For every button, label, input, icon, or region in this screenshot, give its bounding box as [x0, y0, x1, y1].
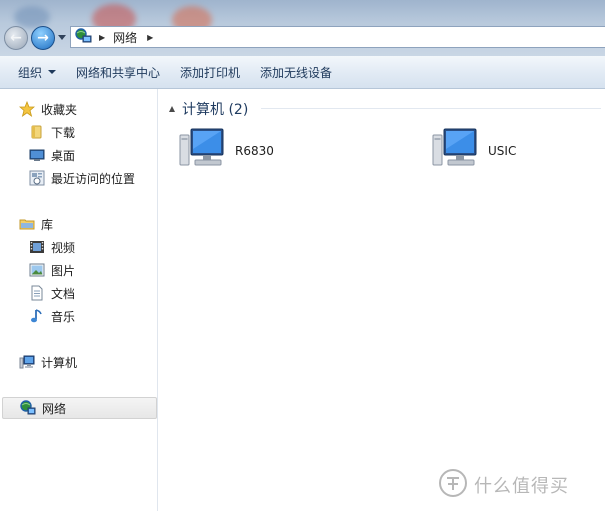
network-icon [75, 27, 93, 47]
add-printer-label: 添加打印机 [180, 65, 241, 80]
add-wireless-device-button[interactable]: 添加无线设备 [250, 59, 342, 85]
back-button[interactable]: ← [4, 26, 28, 50]
sidebar-item-computer[interactable]: 计算机 [19, 351, 77, 373]
address-bar[interactable]: ▶ 网络 ▶ [70, 26, 605, 48]
group-header-computers[interactable]: 计算机 (2) [169, 99, 248, 119]
sidebar-item-label: 桌面 [51, 148, 76, 163]
command-bar: 组织 网络和共享中心 添加打印机 添加无线设备 [0, 56, 605, 89]
add-wireless-device-label: 添加无线设备 [260, 65, 333, 80]
video-icon [29, 239, 45, 255]
network-icon [20, 400, 36, 416]
collapse-triangle-icon[interactable] [169, 106, 175, 112]
sidebar-item-downloads[interactable]: 下载 [29, 121, 75, 143]
sidebar-item-label: 图片 [51, 263, 76, 278]
recent-places-icon [29, 170, 45, 186]
watermark: 什么值得买 [438, 468, 569, 501]
sidebar-item-label: 库 [41, 217, 54, 232]
picture-icon [29, 262, 45, 278]
background-app-icon [14, 6, 50, 28]
chevron-right-icon[interactable]: ▶ [147, 33, 153, 42]
add-printer-button[interactable]: 添加打印机 [170, 59, 250, 85]
recent-pages-dropdown[interactable] [58, 35, 66, 40]
computer-icon [432, 127, 478, 174]
desktop-icon [29, 147, 45, 163]
computer-icon [179, 127, 225, 174]
network-sharing-center-label: 网络和共享中心 [76, 65, 161, 80]
sidebar-item-desktop[interactable]: 桌面 [29, 144, 75, 166]
sidebar-item-pictures[interactable]: 图片 [29, 259, 75, 281]
network-computer-item[interactable]: R6830 [179, 127, 274, 174]
sidebar-item-label: 最近访问的位置 [51, 171, 136, 186]
arrow-left-icon: ← [10, 30, 22, 46]
watermark-text: 什么值得买 [474, 475, 569, 497]
sidebar-item-label: 下载 [51, 125, 76, 140]
computer-name: R6830 [235, 143, 274, 158]
document-icon [29, 285, 45, 301]
group-title: 计算机 (2) [182, 102, 249, 118]
sidebar-item-favorites[interactable]: 收藏夹 [19, 98, 77, 120]
group-divider [261, 108, 601, 109]
arrow-right-icon: → [37, 30, 49, 46]
window-titlebar: ← → ▶ 网络 ▶ [0, 0, 605, 56]
network-computer-item[interactable]: USIC [432, 127, 516, 174]
star-icon [19, 101, 35, 117]
sidebar-item-label: 网络 [42, 401, 67, 416]
sidebar-item-label: 文档 [51, 286, 76, 301]
sidebar-item-label: 视频 [51, 240, 76, 255]
computer-name: USIC [488, 143, 517, 158]
network-sharing-center-button[interactable]: 网络和共享中心 [66, 59, 170, 85]
sidebar-item-libraries[interactable]: 库 [19, 213, 53, 235]
sidebar-item-network[interactable]: 网络 [2, 397, 157, 419]
sidebar-item-label: 音乐 [51, 309, 76, 324]
forward-button[interactable]: → [31, 26, 55, 50]
breadcrumb-network[interactable]: 网络 [113, 29, 137, 46]
watermark-logo-icon [438, 468, 468, 501]
chevron-down-icon [48, 70, 57, 74]
sidebar-item-videos[interactable]: 视频 [29, 236, 75, 258]
content-pane: 计算机 (2) R6830 USIC [159, 89, 605, 511]
organize-label: 组织 [18, 65, 43, 80]
sidebar-item-recent-places[interactable]: 最近访问的位置 [29, 167, 135, 189]
sidebar-item-label: 计算机 [41, 355, 78, 370]
music-icon [29, 308, 45, 324]
library-icon [19, 216, 35, 232]
folder-icon [29, 124, 45, 140]
organize-menu-button[interactable]: 组织 [8, 59, 66, 85]
sidebar-item-documents[interactable]: 文档 [29, 282, 75, 304]
sidebar-item-label: 收藏夹 [41, 102, 78, 117]
chevron-right-icon[interactable]: ▶ [99, 33, 105, 42]
navigation-pane: 收藏夹 下载 桌面 最近访问的位置 库 视频 图片 文档 音乐 计算机 网络 [0, 89, 158, 511]
sidebar-item-music[interactable]: 音乐 [29, 305, 75, 327]
computer-icon [19, 354, 35, 370]
